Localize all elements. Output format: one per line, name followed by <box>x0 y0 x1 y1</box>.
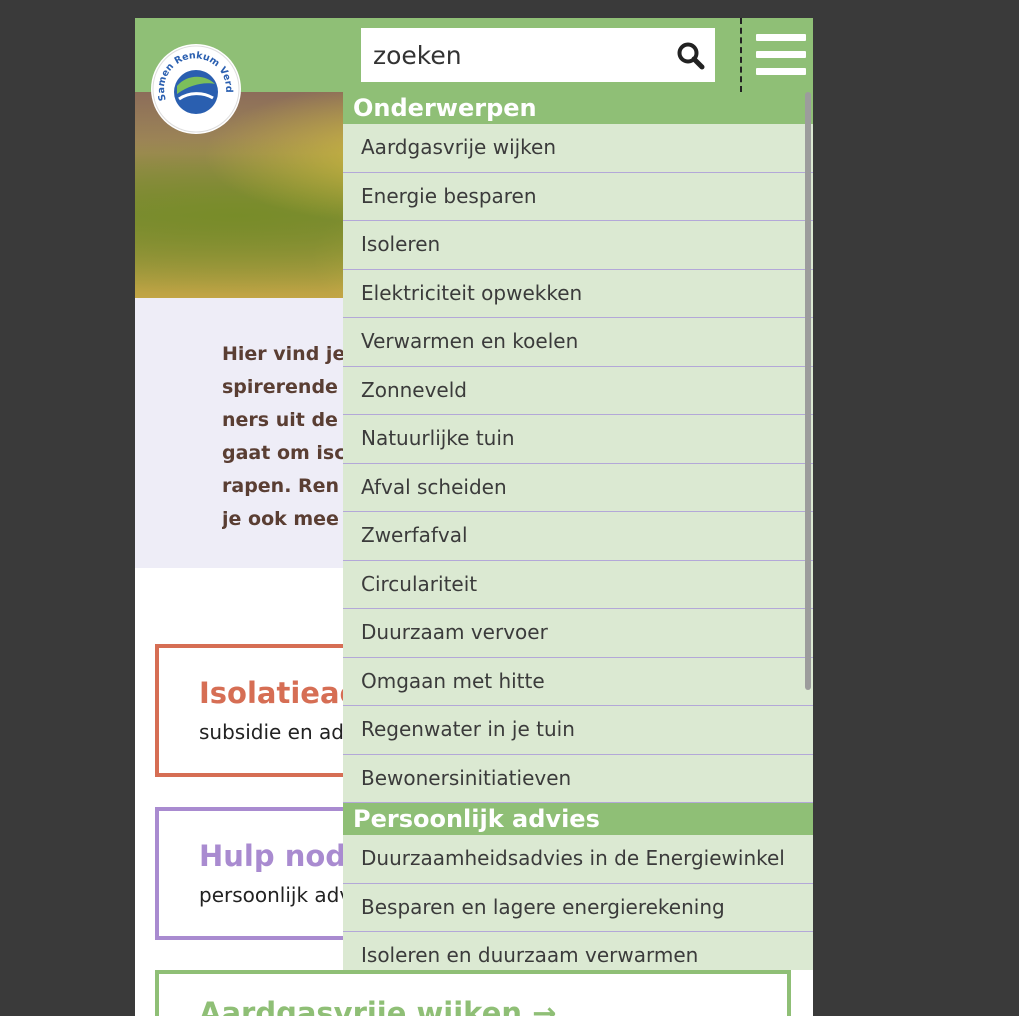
menu-item[interactable]: Aardgasvrije wijken <box>343 124 813 173</box>
menu-item[interactable]: Circulariteit <box>343 561 813 609</box>
menu-section-title: Onderwerpen <box>343 92 813 124</box>
menu-item[interactable]: Isoleren <box>343 221 813 270</box>
menu-section-title: Persoonlijk advies <box>343 803 813 835</box>
intro-line: gaat om isc <box>222 442 346 464</box>
menu-item[interactable]: Natuurlijke tuin <box>343 415 813 464</box>
intro-line: Hier vind je <box>222 343 346 365</box>
menu-item[interactable]: Zonneveld <box>343 367 813 415</box>
menu-item[interactable]: Regenwater in je tuin <box>343 706 813 755</box>
menu-item[interactable]: Isoleren en duurzaam verwarmen <box>343 932 813 970</box>
menu-dropdown: Onderwerpen Aardgasvrije wijken Energie … <box>343 92 813 970</box>
hamburger-icon[interactable] <box>740 18 813 92</box>
menu-item[interactable]: Duurzaam vervoer <box>343 609 813 658</box>
menu-item[interactable]: Verwarmen en koelen <box>343 318 813 367</box>
intro-text: Hier vind je spirerende ners uit de gaat… <box>222 338 347 536</box>
search-box <box>361 28 715 82</box>
menu-item[interactable]: Omgaan met hitte <box>343 658 813 706</box>
menu-item[interactable]: Zwerfafval <box>343 512 813 561</box>
search-input[interactable] <box>361 28 671 82</box>
menu-item[interactable]: Besparen en lagere energierekening <box>343 884 813 932</box>
menu-item[interactable]: Energie besparen <box>343 173 813 221</box>
logo[interactable]: Samen Renkum Verduurzaamt <box>146 36 241 134</box>
menu-item[interactable]: Bewonersinitiatieven <box>343 755 813 803</box>
menu-item[interactable]: Afval scheiden <box>343 464 813 512</box>
intro-line: je ook mee <box>222 508 339 530</box>
search-icon[interactable] <box>675 40 707 72</box>
menu-item[interactable]: Duurzaamheidsadvies in de Energiewinkel <box>343 835 813 884</box>
intro-line: rapen. Ren <box>222 475 340 497</box>
card-aardgasvrije-wijken[interactable]: Aardgasvrije wijken → <box>155 970 791 1016</box>
intro-line: ners uit de <box>222 409 338 431</box>
page: Samen Renkum Verduurzaamt Hier vind je s… <box>135 18 813 1016</box>
card-title: Aardgasvrije wijken → <box>199 996 557 1016</box>
menu-item[interactable]: Elektriciteit opwekken <box>343 270 813 318</box>
intro-line: spirerende <box>222 376 338 398</box>
menu-scrollbar[interactable] <box>805 92 811 690</box>
